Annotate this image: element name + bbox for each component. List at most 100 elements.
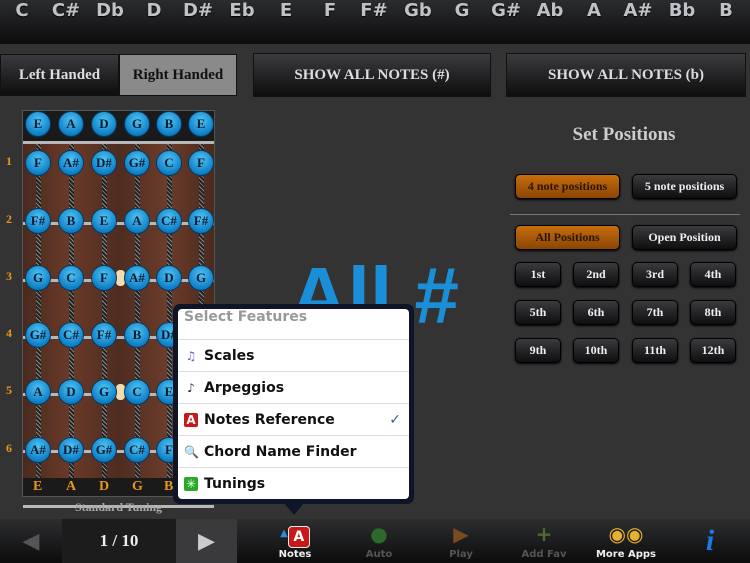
note-marker[interactable]: D (58, 379, 84, 405)
position-button[interactable]: 8th (690, 300, 736, 325)
key-button[interactable]: G (440, 0, 484, 44)
feature-label: Tunings (204, 475, 266, 492)
note-marker[interactable]: D# (58, 437, 84, 463)
show-all-sharp-button[interactable]: SHOW ALL NOTES (#) (253, 53, 491, 97)
feature-label: Chord Name Finder (204, 443, 357, 460)
note-marker[interactable]: B (58, 208, 84, 234)
position-button[interactable]: 4th (690, 262, 736, 287)
position-button[interactable]: 3rd (632, 262, 678, 287)
all-positions-button[interactable]: All Positions (515, 225, 620, 250)
note-marker[interactable]: G (25, 265, 51, 291)
fret-number: 1 (6, 154, 12, 168)
note-marker[interactable]: D (156, 265, 182, 291)
divider (510, 214, 740, 215)
note-marker[interactable]: E (188, 111, 214, 137)
key-button[interactable]: D# (176, 0, 220, 44)
fret-number: 5 (6, 383, 12, 397)
toolbar-auto[interactable]: ● Auto (352, 519, 406, 563)
note-marker[interactable]: F (91, 265, 117, 291)
play-icon: ▶ (453, 522, 469, 546)
position-button[interactable]: 5th (515, 300, 561, 325)
key-button[interactable]: C# (44, 0, 88, 44)
key-button[interactable]: F (308, 0, 352, 44)
key-button[interactable]: B (704, 0, 748, 44)
note-marker[interactable]: F# (91, 322, 117, 348)
key-button[interactable]: Gb (396, 0, 440, 44)
position-button[interactable]: 6th (573, 300, 619, 325)
toolbar-notes[interactable]: ▲ A Notes (268, 519, 322, 563)
position-button[interactable]: 9th (515, 338, 561, 363)
left-handed-button[interactable]: Left Handed (0, 54, 119, 96)
key-button[interactable]: Ab (528, 0, 572, 44)
toolbar-more-apps[interactable]: ◉◉ More Apps (594, 519, 658, 563)
note-marker[interactable]: G (124, 111, 150, 137)
note-marker[interactable]: G# (25, 322, 51, 348)
key-button[interactable]: A# (616, 0, 660, 44)
feature-icon: ♫ (185, 348, 197, 363)
four-note-positions-button[interactable]: 4 note positions (515, 174, 620, 199)
position-button[interactable]: 1st (515, 262, 561, 287)
key-button[interactable]: C (0, 0, 44, 44)
feature-icon: 🔍 (184, 444, 199, 459)
eyes-icon: ◉◉ (608, 522, 644, 546)
note-marker[interactable]: A# (124, 265, 150, 291)
key-button[interactable]: D (132, 0, 176, 44)
note-marker[interactable]: A# (25, 437, 51, 463)
five-note-positions-button[interactable]: 5 note positions (632, 174, 737, 199)
right-handed-button[interactable]: Right Handed (119, 54, 237, 96)
note-marker[interactable]: C# (124, 437, 150, 463)
note-marker[interactable]: E (91, 208, 117, 234)
key-button[interactable]: Eb (220, 0, 264, 44)
feature-item[interactable]: A Notes Reference ✓ (178, 403, 409, 435)
note-marker[interactable]: A# (58, 150, 84, 176)
select-features-popover: Select Features ♫ Scales ♪ Arpeggios A Notes … (173, 304, 414, 504)
key-button[interactable]: G# (484, 0, 528, 44)
note-marker[interactable]: A (25, 379, 51, 405)
note-marker[interactable]: F (188, 150, 214, 176)
feature-item[interactable]: ♪ Arpeggios (178, 371, 409, 403)
toolbar-play[interactable]: ▶ Play (434, 519, 488, 563)
key-button[interactable]: A (572, 0, 616, 44)
note-marker[interactable]: C# (58, 322, 84, 348)
note-marker[interactable]: B (156, 111, 182, 137)
key-button[interactable]: E (264, 0, 308, 44)
popover-title: Select Features (184, 309, 308, 325)
note-marker[interactable]: B (124, 322, 150, 348)
note-marker[interactable]: G (91, 379, 117, 405)
feature-item[interactable]: 🔍 Chord Name Finder (178, 435, 409, 467)
note-marker[interactable]: C (156, 150, 182, 176)
note-marker[interactable]: A (124, 208, 150, 234)
note-marker[interactable]: C (58, 265, 84, 291)
note-marker[interactable]: D# (91, 150, 117, 176)
open-position-button[interactable]: Open Position (632, 225, 737, 250)
fret-wire (23, 222, 214, 225)
note-marker[interactable]: D (91, 111, 117, 137)
note-marker[interactable]: G# (91, 437, 117, 463)
note-marker[interactable]: F# (25, 208, 51, 234)
position-button[interactable]: 7th (632, 300, 678, 325)
note-marker[interactable]: F (25, 150, 51, 176)
note-marker[interactable]: A (58, 111, 84, 137)
key-button[interactable]: Db (88, 0, 132, 44)
fret-number: 3 (6, 269, 12, 283)
feature-item[interactable]: ✳ Tunings (178, 467, 409, 499)
fret-number: 6 (6, 441, 12, 455)
feature-item[interactable]: ♫ Scales (178, 339, 409, 371)
position-button[interactable]: 11th (632, 338, 678, 363)
position-button[interactable]: 12th (690, 338, 736, 363)
show-all-flat-button[interactable]: SHOW ALL NOTES (b) (506, 53, 746, 97)
toolbar-add-fav[interactable]: + Add Fav (515, 519, 573, 563)
key-button[interactable]: F# (352, 0, 396, 44)
note-marker[interactable]: C (124, 379, 150, 405)
position-button[interactable]: 10th (573, 338, 619, 363)
note-marker[interactable]: F# (188, 208, 214, 234)
prev-button[interactable]: ◀ (0, 519, 62, 563)
position-button[interactable]: 2nd (573, 262, 619, 287)
note-marker[interactable]: C# (156, 208, 182, 234)
next-button[interactable]: ▶ (176, 519, 237, 563)
note-marker[interactable]: G (188, 265, 214, 291)
note-marker[interactable]: E (25, 111, 51, 137)
key-button[interactable]: Bb (660, 0, 704, 44)
info-icon[interactable]: i (695, 519, 725, 563)
note-marker[interactable]: G# (124, 150, 150, 176)
